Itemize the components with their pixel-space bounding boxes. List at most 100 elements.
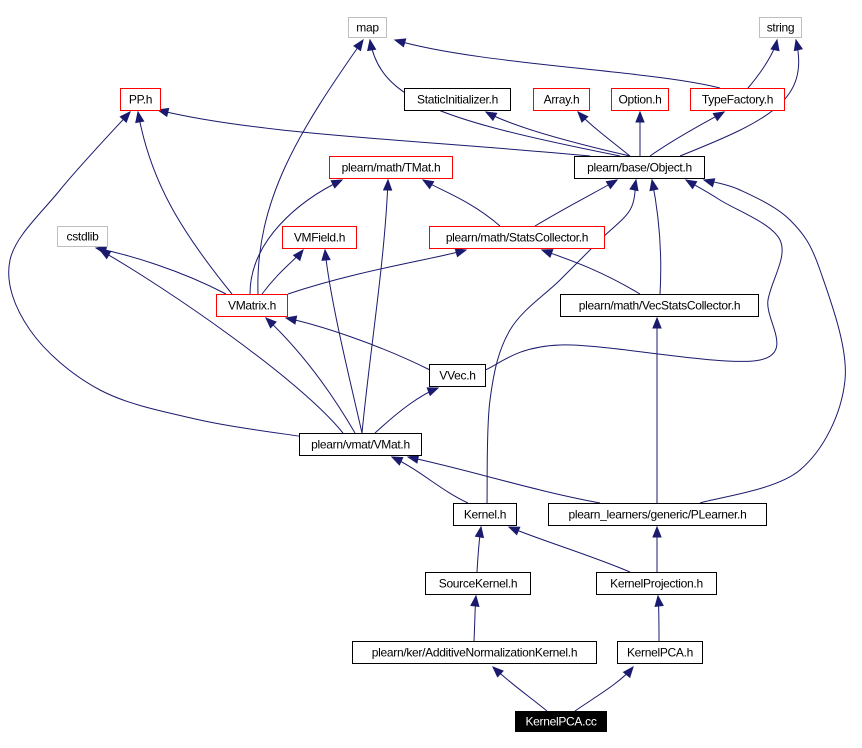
arrowhead-icon bbox=[426, 387, 440, 397]
edge-kernel-to-vmat bbox=[390, 456, 469, 504]
arrowhead-icon bbox=[382, 178, 393, 191]
node-label: StaticInitializer.h bbox=[417, 93, 498, 107]
node-label: VVec.h bbox=[439, 369, 475, 383]
arrowhead-icon bbox=[652, 316, 662, 329]
edge-line bbox=[407, 456, 601, 504]
edge-vmat-to-cstdlib bbox=[98, 249, 344, 434]
arrowhead-icon bbox=[793, 38, 804, 52]
edge-line bbox=[649, 111, 725, 157]
arrowhead-icon bbox=[135, 110, 145, 124]
node-label: plearn/math/VecStatsCollector.h bbox=[579, 299, 740, 313]
arrowhead-icon bbox=[393, 38, 407, 48]
edge-line bbox=[422, 179, 501, 227]
edge-statscollector-to-object bbox=[534, 179, 619, 227]
nodes-layer: map string PP.h StaticInitializer.h Array.h O… bbox=[57, 17, 802, 732]
arrowhead-icon bbox=[507, 526, 521, 536]
arrowhead-icon bbox=[321, 248, 331, 261]
node-label: VMField.h bbox=[294, 231, 345, 245]
node-label: SourceKernel.h bbox=[439, 577, 518, 591]
arrowhead-icon bbox=[454, 248, 468, 258]
arrowhead-icon bbox=[492, 666, 504, 678]
node-vmat[interactable]: plearn/vmat/VMat.h bbox=[299, 433, 422, 456]
edge-line bbox=[574, 666, 634, 712]
arrowhead-icon bbox=[406, 454, 420, 464]
node-kernelpca_cc: KernelPCA.cc bbox=[515, 711, 607, 732]
node-label: KernelPCA.cc bbox=[525, 715, 596, 729]
arrowhead-icon bbox=[474, 525, 485, 539]
node-label: plearn/math/StatsCollector.h bbox=[446, 231, 588, 245]
edge-line bbox=[541, 249, 641, 295]
node-label: Option.h bbox=[619, 93, 662, 107]
edge-kernelpca_cc-to-additivekernel bbox=[492, 666, 548, 712]
edge-line bbox=[99, 249, 344, 434]
edge-vvec-to-vmatrix bbox=[284, 315, 431, 371]
edge-vecstats-to-object bbox=[649, 178, 662, 295]
arrowhead-icon bbox=[652, 525, 662, 538]
edge-line bbox=[484, 179, 783, 371]
node-kernelpca_h[interactable]: KernelPCA.h bbox=[617, 641, 703, 664]
arrowhead-icon bbox=[484, 111, 498, 122]
node-label: TypeFactory.h bbox=[702, 93, 773, 107]
node-label: string bbox=[767, 21, 795, 35]
node-object[interactable]: plearn/base/Object.h bbox=[574, 156, 705, 179]
node-plearner[interactable]: plearn_learners/generic/PLearner.h bbox=[548, 503, 767, 526]
edge-line bbox=[8, 111, 306, 438]
edge-line bbox=[651, 179, 662, 295]
node-vvec[interactable]: VVec.h bbox=[429, 364, 486, 387]
node-kernel[interactable]: Kernel.h bbox=[453, 503, 517, 526]
node-vmatrix[interactable]: VMatrix.h bbox=[216, 294, 288, 317]
edge-vmat-to-vmatrix bbox=[265, 317, 356, 434]
arrowhead-icon bbox=[470, 594, 480, 607]
node-sourcekernel[interactable]: SourceKernel.h bbox=[425, 572, 531, 595]
node-statscollector[interactable]: plearn/math/StatsCollector.h bbox=[429, 226, 605, 249]
node-tmat[interactable]: plearn/math/TMat.h bbox=[329, 156, 453, 179]
node-label: VMatrix.h bbox=[228, 299, 276, 313]
edge-object-to-typefactory bbox=[649, 111, 726, 157]
edge-line bbox=[508, 526, 631, 573]
edge-line bbox=[391, 456, 469, 504]
edge-vmatrix-to-vmfield bbox=[261, 248, 304, 295]
include-dependency-graph: map string PP.h StaticInitializer.h Array.h O… bbox=[8, 17, 846, 732]
arrowhead-icon bbox=[654, 594, 664, 607]
node-label: cstdlib bbox=[67, 230, 100, 244]
node-additivekernel[interactable]: plearn/ker/AdditiveNormalizationKernel.h bbox=[352, 641, 597, 664]
edge-vecstats-to-statscollector bbox=[540, 249, 641, 295]
node-pp[interactable]: PP.h bbox=[120, 88, 161, 111]
edge-vmat-to-tmat bbox=[361, 178, 393, 434]
node-array[interactable]: Array.h bbox=[533, 88, 590, 111]
edge-plearner-to-vecstats bbox=[652, 316, 662, 503]
node-map: map bbox=[348, 17, 387, 38]
arrowhead-icon bbox=[330, 179, 344, 189]
edge-vmat-to-vvec bbox=[374, 387, 440, 434]
node-vmfield[interactable]: VMField.h bbox=[282, 226, 357, 249]
node-option[interactable]: Option.h bbox=[611, 88, 669, 111]
node-label: map bbox=[356, 21, 379, 35]
arrowhead-icon bbox=[540, 249, 554, 258]
edge-vmat-to-pp bbox=[8, 110, 306, 438]
edge-line bbox=[374, 387, 439, 434]
arrowhead-icon bbox=[353, 38, 364, 52]
edge-plearner-to-object bbox=[699, 178, 846, 504]
edge-line bbox=[157, 109, 591, 157]
node-label: KernelPCA.h bbox=[627, 646, 693, 660]
node-label: plearn/math/TMat.h bbox=[342, 161, 441, 175]
edge-line bbox=[394, 39, 721, 89]
edge-vmat-to-vmfield bbox=[321, 248, 363, 434]
node-string: string bbox=[759, 17, 802, 38]
edge-line bbox=[137, 111, 233, 295]
edge-object-to-option bbox=[635, 110, 645, 157]
arrowhead-icon bbox=[649, 178, 659, 192]
edge-vmatrix-to-pp bbox=[135, 110, 233, 295]
arrowhead-icon bbox=[635, 110, 645, 123]
node-staticinit[interactable]: StaticInitializer.h bbox=[404, 88, 511, 111]
node-kernelprojection[interactable]: KernelProjection.h bbox=[596, 572, 717, 595]
node-typefactory[interactable]: TypeFactory.h bbox=[690, 88, 785, 111]
node-vecstats[interactable]: plearn/math/VecStatsCollector.h bbox=[560, 294, 759, 317]
edge-line bbox=[699, 179, 846, 504]
arrowhead-icon bbox=[712, 111, 726, 122]
edge-typefactory-to-map bbox=[393, 38, 721, 89]
node-label: plearn/vmat/VMat.h bbox=[311, 438, 410, 452]
edge-kernelpca_cc-to-kernelpca_h bbox=[574, 665, 634, 712]
edge-line bbox=[534, 179, 618, 227]
edge-vvec-to-object bbox=[484, 179, 783, 371]
